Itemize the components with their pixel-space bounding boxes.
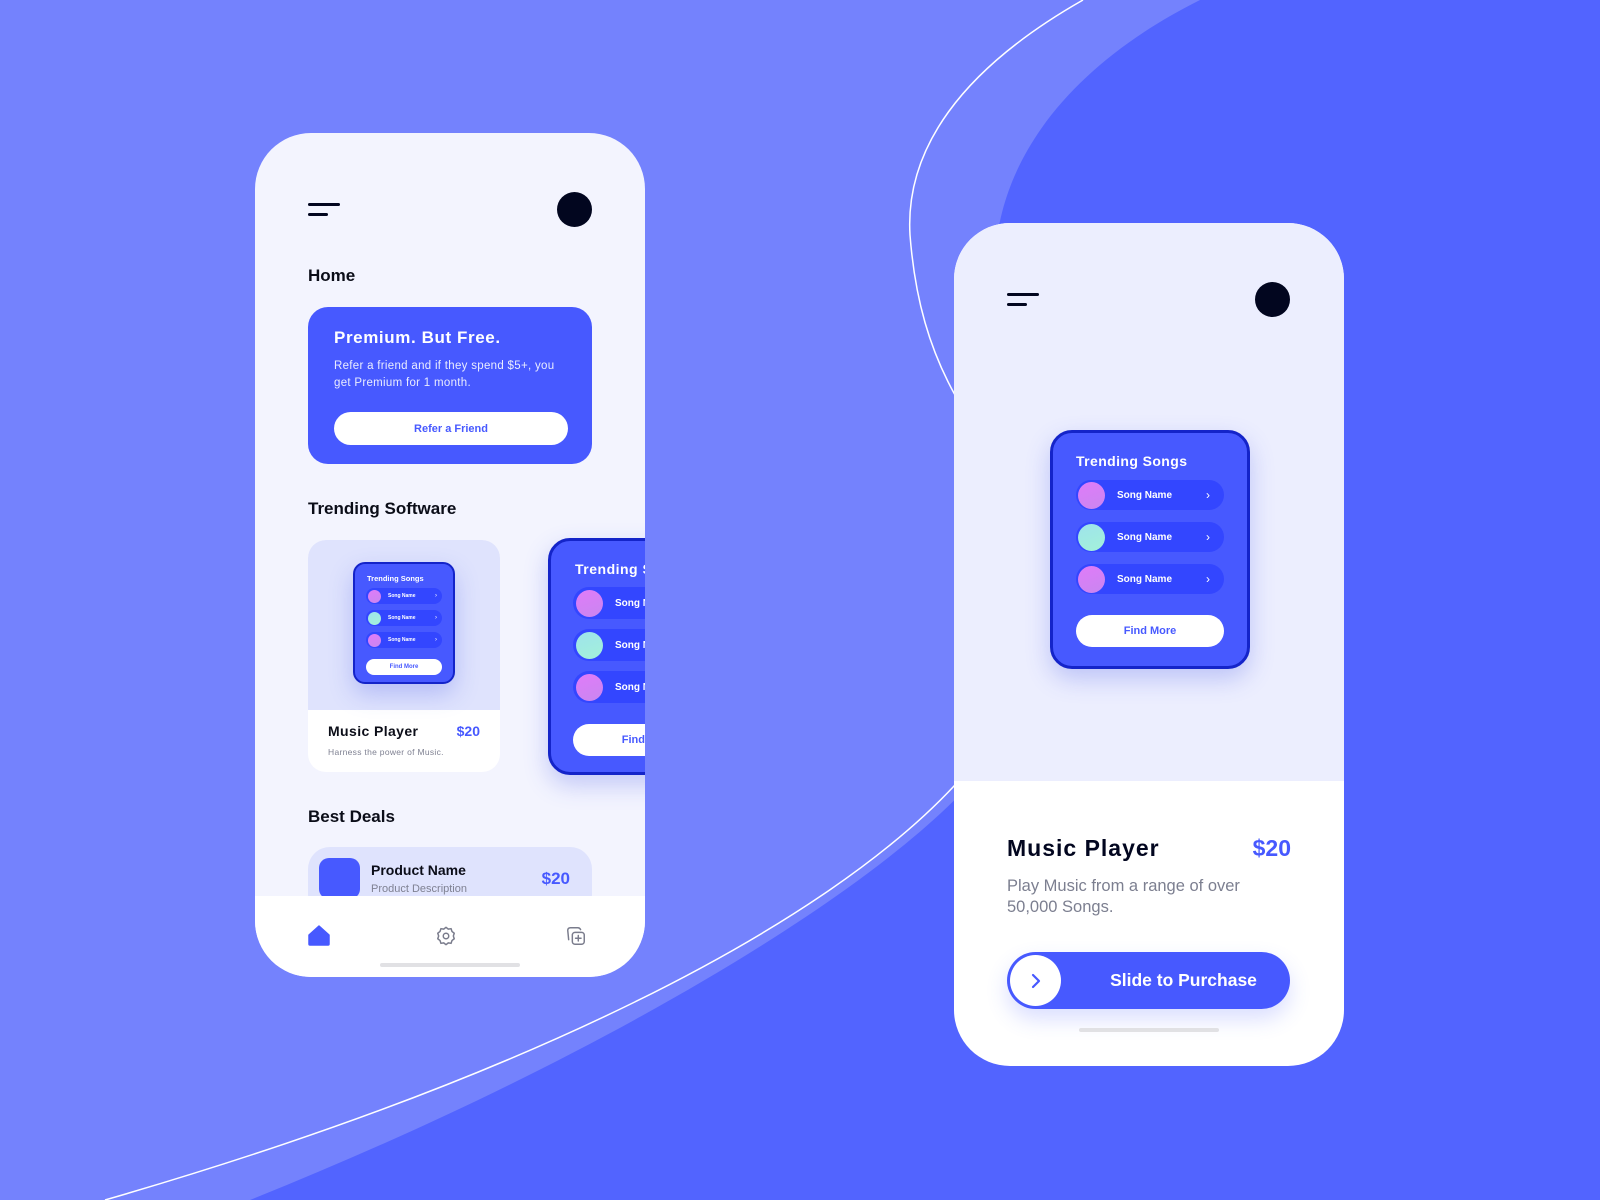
section-title-best-deals: Best Deals xyxy=(308,807,395,826)
card-title: Trending Songs xyxy=(575,561,645,577)
home-indicator xyxy=(1079,1028,1219,1032)
home-indicator xyxy=(380,963,520,967)
chevron-right-icon: › xyxy=(435,615,437,621)
song-name: Song Name xyxy=(615,639,645,651)
product-description: Product Description xyxy=(371,883,467,895)
refer-friend-button[interactable]: Refer a Friend xyxy=(334,412,568,445)
add-copy-icon[interactable] xyxy=(565,925,587,947)
phone-home-screen: Home Premium. But Free. Refer a friend a… xyxy=(255,133,645,977)
chevron-right-icon: › xyxy=(1206,488,1210,502)
song-name: Song Name xyxy=(1117,573,1173,585)
song-name: Song Name xyxy=(615,681,645,693)
menu-icon[interactable] xyxy=(1007,293,1039,307)
product-price: $20 xyxy=(1252,835,1291,861)
chevron-right-icon: › xyxy=(1206,572,1210,586)
song-artwork xyxy=(1078,565,1105,593)
software-description: Harness the power of Music. xyxy=(328,747,444,757)
avatar[interactable] xyxy=(557,192,592,227)
gear-icon[interactable] xyxy=(435,925,457,947)
software-thumbnail: Trending Songs Song Name › Song Name › S… xyxy=(308,540,500,710)
chevron-right-icon xyxy=(1031,973,1040,988)
song-artwork xyxy=(1078,523,1105,551)
chevron-right-icon: › xyxy=(1206,530,1210,544)
trending-songs-card: Trending Songs Song Name › Song Name › S… xyxy=(1050,430,1250,669)
slide-to-purchase[interactable]: Slide to Purchase xyxy=(1007,952,1290,1009)
preview-title: Trending Songs xyxy=(367,574,424,583)
product-price: $20 xyxy=(541,869,570,888)
product-title: Music Player xyxy=(1007,835,1160,861)
trending-songs-card[interactable]: Trending Songs Song Name Song Name Song … xyxy=(548,538,645,775)
menu-icon[interactable] xyxy=(308,203,340,217)
product-image xyxy=(319,858,360,899)
product-name: Product Name xyxy=(371,862,466,878)
chevron-right-icon: › xyxy=(435,637,437,643)
song-artwork xyxy=(368,589,381,603)
find-more-button: Find More xyxy=(366,659,442,675)
chevron-right-icon: › xyxy=(435,593,437,599)
song-name: Song Name xyxy=(1117,489,1173,501)
promo-description: Refer a friend and if they spend $5+, yo… xyxy=(334,360,555,389)
trending-songs-preview: Trending Songs Song Name › Song Name › S… xyxy=(353,562,455,684)
song-row: Song Name › xyxy=(366,588,442,604)
slider-handle[interactable] xyxy=(1010,955,1061,1006)
song-row[interactable]: Song Name xyxy=(573,671,645,703)
song-row: Song Name › xyxy=(1076,522,1224,552)
section-title-trending: Trending Software xyxy=(308,499,457,518)
song-artwork xyxy=(576,631,603,659)
background-shapes xyxy=(0,0,1600,1200)
song-row: Song Name › xyxy=(1076,564,1224,594)
card-title: Trending Songs xyxy=(1076,453,1188,469)
slide-label: Slide to Purchase xyxy=(1110,970,1257,990)
song-row: Song Name › xyxy=(366,632,442,648)
song-artwork xyxy=(368,611,381,625)
song-name: Song Name xyxy=(1117,531,1173,543)
phone-product-screen: Trending Songs Song Name › Song Name › S… xyxy=(954,223,1344,1066)
page-title: Home xyxy=(308,266,356,285)
song-artwork xyxy=(576,673,603,701)
song-name: Song Name xyxy=(388,615,416,621)
product-description: Play Music from a range of over 50,000 S… xyxy=(1007,877,1240,916)
song-row[interactable]: Song Name xyxy=(573,629,645,661)
song-artwork xyxy=(576,589,603,617)
promo-title: Premium. But Free. xyxy=(334,328,501,347)
find-more-button: Find More xyxy=(1076,615,1224,647)
software-card-music-player[interactable]: Trending Songs Song Name › Song Name › S… xyxy=(308,540,500,772)
song-row: Song Name › xyxy=(1076,480,1224,510)
find-more-button[interactable]: Find More xyxy=(573,724,645,756)
song-artwork xyxy=(1078,481,1105,509)
bottom-nav xyxy=(255,896,645,977)
song-name: Song Name xyxy=(615,597,645,609)
software-price: $20 xyxy=(456,723,480,739)
avatar[interactable] xyxy=(1255,282,1290,317)
home-icon[interactable] xyxy=(308,925,330,946)
premium-promo-card: Premium. But Free. Refer a friend and if… xyxy=(308,307,592,464)
software-name: Music Player xyxy=(328,723,419,739)
song-name: Song Name xyxy=(388,637,416,643)
song-name: Song Name xyxy=(388,593,416,599)
song-row[interactable]: Song Name xyxy=(573,587,645,619)
song-row: Song Name › xyxy=(366,610,442,626)
song-artwork xyxy=(368,633,381,647)
